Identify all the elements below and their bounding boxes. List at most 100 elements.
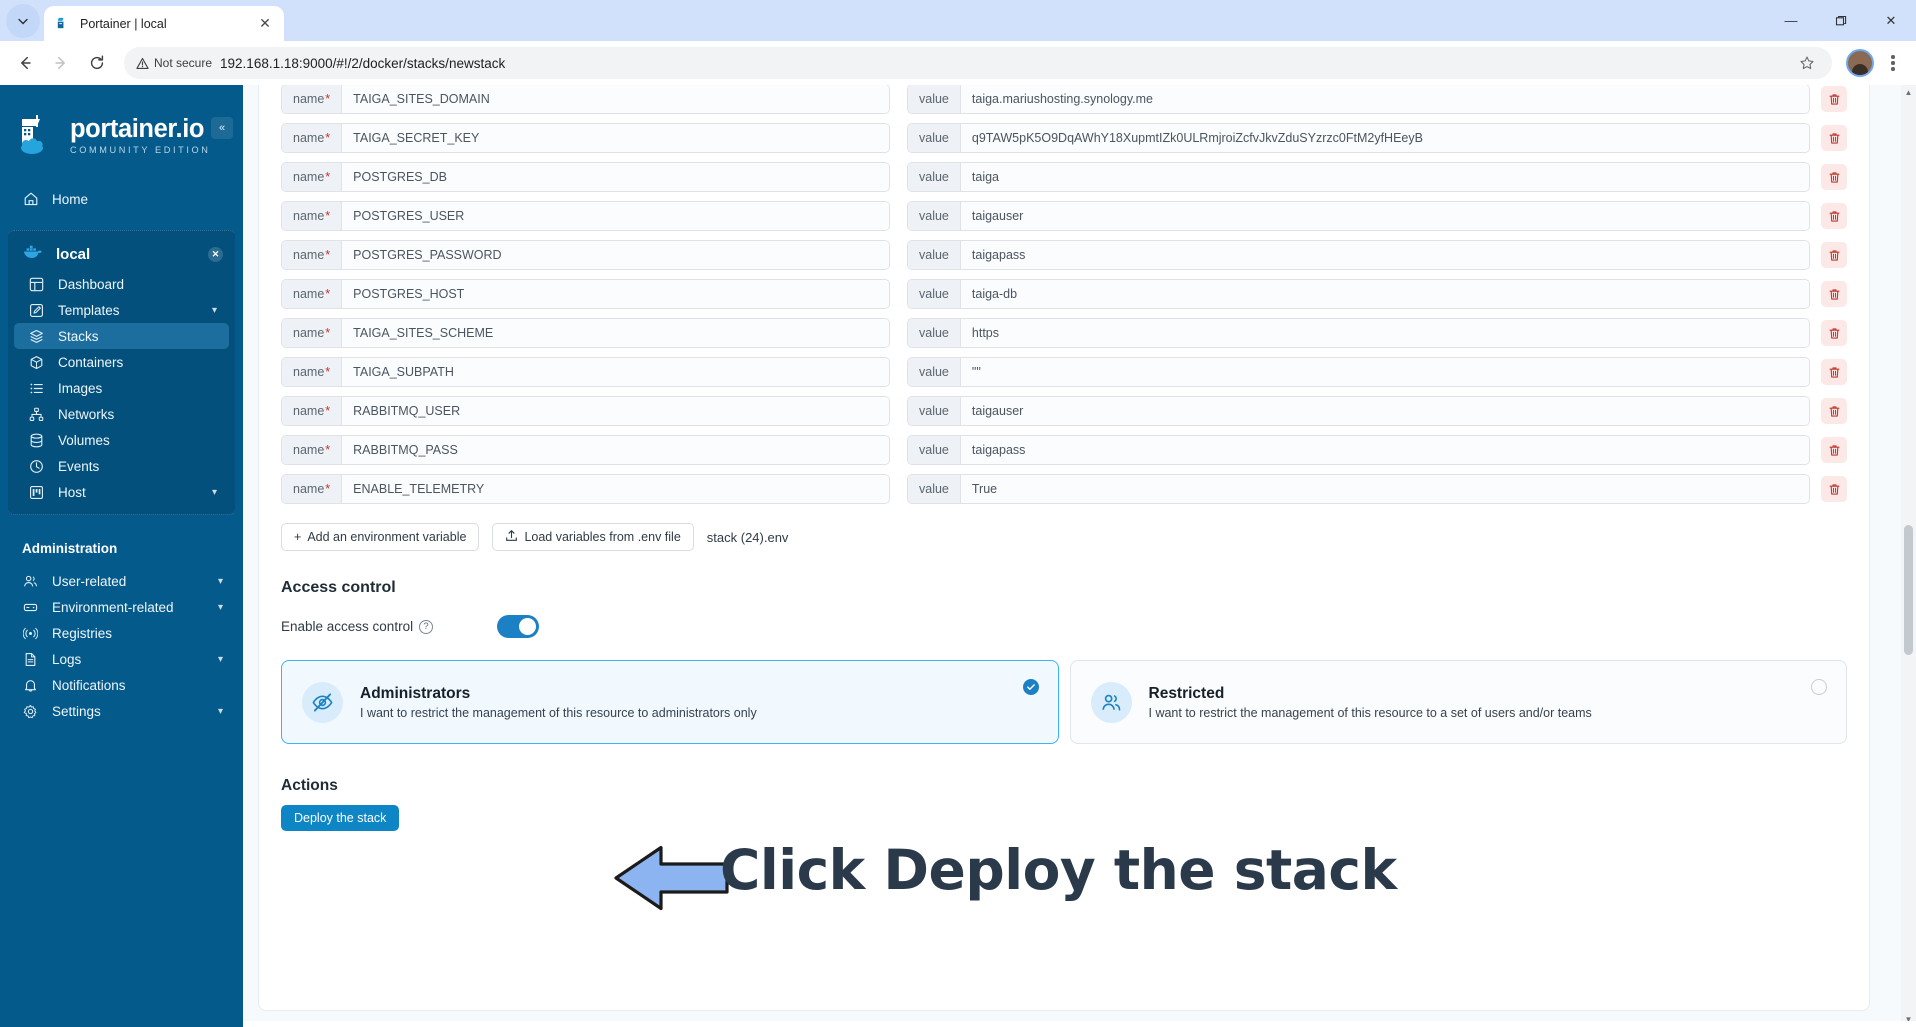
delete-env-variable-button[interactable]	[1821, 203, 1847, 229]
env-value-input[interactable]: taiga-db	[960, 280, 1809, 308]
delete-env-variable-button[interactable]	[1821, 359, 1847, 385]
delete-env-variable-button[interactable]	[1821, 476, 1847, 502]
env-value-input[interactable]: ""	[960, 358, 1809, 386]
env-value-field[interactable]: value taigauser	[907, 201, 1810, 231]
env-value-field[interactable]: value taiga	[907, 162, 1810, 192]
address-bar[interactable]: Not secure 192.168.1.18:9000/#!/2/docker…	[124, 47, 1832, 79]
env-value-field[interactable]: value taigapass	[907, 240, 1810, 270]
sidebar-item-events[interactable]: Events	[14, 453, 229, 479]
env-value-input[interactable]: q9TAW5pK5O9DqAWhY18XupmtIZk0ULRmjroiZcfv…	[960, 124, 1809, 152]
sidebar-item-home[interactable]: Home	[8, 185, 235, 213]
env-value-input[interactable]: taiga.mariushosting.synology.me	[960, 85, 1809, 113]
sidebar-item-logs[interactable]: Logs ▾	[8, 646, 235, 672]
sidebar-item-images[interactable]: Images	[14, 375, 229, 401]
sidebar-item-networks[interactable]: Networks	[14, 401, 229, 427]
sidebar-item-host[interactable]: Host ▾	[14, 479, 229, 505]
env-value-field[interactable]: value taiga.mariushosting.synology.me	[907, 85, 1810, 114]
env-name-input[interactable]: POSTGRES_DB	[342, 163, 889, 191]
load-env-file-button[interactable]: Load variables from .env file	[492, 523, 694, 551]
env-name-field[interactable]: name * POSTGRES_DB	[281, 162, 890, 192]
env-name-input[interactable]: ENABLE_TELEMETRY	[342, 475, 889, 503]
sidebar-item-notifications[interactable]: Notifications	[8, 672, 235, 698]
radio-empty-icon[interactable]	[1811, 679, 1827, 695]
sidebar-item-volumes[interactable]: Volumes	[14, 427, 229, 453]
browser-tab[interactable]: Portainer | local ✕	[44, 6, 284, 41]
star-icon[interactable]	[1794, 50, 1820, 76]
env-name-input[interactable]: TAIGA_SECRET_KEY	[342, 124, 889, 152]
add-environment-variable-button[interactable]: + Add an environment variable	[281, 523, 480, 551]
page-scrollbar[interactable]: ▲ ▼	[1901, 85, 1916, 1027]
sidebar-environment-name[interactable]: local ✕	[8, 237, 235, 271]
env-name-field[interactable]: name * TAIGA_SECRET_KEY	[281, 123, 890, 153]
env-value-input[interactable]: True	[960, 475, 1809, 503]
delete-env-variable-button[interactable]	[1821, 125, 1847, 151]
env-name-field[interactable]: name * POSTGRES_USER	[281, 201, 890, 231]
sidebar-item-dashboard[interactable]: Dashboard	[14, 271, 229, 297]
env-name-input[interactable]: RABBITMQ_USER	[342, 397, 889, 425]
chevron-down-icon[interactable]: ▾	[218, 602, 223, 613]
deploy-the-stack-button[interactable]: Deploy the stack	[281, 805, 400, 831]
env-name-field[interactable]: name * POSTGRES_HOST	[281, 279, 890, 309]
sidebar-item-stacks[interactable]: Stacks	[14, 323, 229, 349]
access-option-administrators[interactable]: Administrators I want to restrict the ma…	[281, 660, 1059, 744]
env-value-field[interactable]: value True	[907, 474, 1810, 504]
tab-search-button[interactable]	[6, 4, 40, 38]
enable-access-control-toggle[interactable]	[497, 615, 539, 638]
access-option-restricted[interactable]: Restricted I want to restrict the manage…	[1069, 660, 1847, 744]
sidebar-collapse-button[interactable]: «	[211, 117, 233, 139]
env-name-field[interactable]: name * RABBITMQ_PASS	[281, 435, 890, 465]
env-value-input[interactable]: taigauser	[960, 202, 1809, 230]
env-value-field[interactable]: value taigauser	[907, 396, 1810, 426]
avatar[interactable]	[1846, 49, 1874, 77]
sidebar-item-environment-related[interactable]: Environment-related ▾	[8, 594, 235, 620]
env-value-field[interactable]: value taigapass	[907, 435, 1810, 465]
delete-env-variable-button[interactable]	[1821, 398, 1847, 424]
env-value-input[interactable]: taiga	[960, 163, 1809, 191]
env-value-field[interactable]: value ""	[907, 357, 1810, 387]
chevron-down-icon[interactable]: ▾	[212, 305, 217, 316]
maximize-icon[interactable]	[1816, 0, 1866, 41]
env-name-field[interactable]: name * TAIGA_SITES_DOMAIN	[281, 85, 890, 114]
env-value-field[interactable]: value taiga-db	[907, 279, 1810, 309]
env-name-input[interactable]: TAIGA_SITES_DOMAIN	[342, 85, 889, 113]
question-mark-icon[interactable]: ?	[419, 619, 434, 634]
env-value-field[interactable]: value https	[907, 318, 1810, 348]
env-name-input[interactable]: TAIGA_SITES_SCHEME	[342, 319, 889, 347]
close-icon[interactable]: ✕	[1866, 0, 1916, 41]
env-name-input[interactable]: RABBITMQ_PASS	[342, 436, 889, 464]
close-icon[interactable]: ✕	[208, 246, 223, 262]
delete-env-variable-button[interactable]	[1821, 281, 1847, 307]
env-name-field[interactable]: name * TAIGA_SITES_SCHEME	[281, 318, 890, 348]
env-value-input[interactable]: taigapass	[960, 436, 1809, 464]
env-value-field[interactable]: value q9TAW5pK5O9DqAWhY18XupmtIZk0ULRmjro…	[907, 123, 1810, 153]
env-value-input[interactable]: taigapass	[960, 241, 1809, 269]
chevron-down-icon[interactable]: ▾	[212, 487, 217, 498]
minimize-icon[interactable]: —	[1766, 0, 1816, 41]
scrollbar-thumb[interactable]	[1904, 525, 1913, 655]
reload-icon[interactable]	[80, 46, 114, 80]
env-name-input[interactable]: POSTGRES_USER	[342, 202, 889, 230]
env-name-field[interactable]: name * RABBITMQ_USER	[281, 396, 890, 426]
sidebar-item-user-related[interactable]: User-related ▾	[8, 568, 235, 594]
chevron-up-icon[interactable]: ▲	[1901, 85, 1916, 100]
env-name-field[interactable]: name * ENABLE_TELEMETRY	[281, 474, 890, 504]
env-name-field[interactable]: name * POSTGRES_PASSWORD	[281, 240, 890, 270]
portainer-logo[interactable]: portainer.io COMMUNITY EDITION	[0, 91, 243, 169]
chevron-down-icon[interactable]: ▾	[218, 654, 223, 665]
security-status[interactable]: Not secure	[136, 56, 212, 70]
check-circle-icon[interactable]	[1022, 679, 1039, 695]
chevron-down-icon[interactable]: ▾	[218, 576, 223, 587]
env-name-input[interactable]: TAIGA_SUBPATH	[342, 358, 889, 386]
chevron-down-icon[interactable]: ▾	[218, 706, 223, 717]
sidebar-item-templates[interactable]: Templates ▾	[14, 297, 229, 323]
env-value-input[interactable]: taigauser	[960, 397, 1809, 425]
arrow-left-icon[interactable]	[8, 46, 42, 80]
env-value-input[interactable]: https	[960, 319, 1809, 347]
three-dots-icon[interactable]	[1878, 46, 1908, 80]
env-name-input[interactable]: POSTGRES_PASSWORD	[342, 241, 889, 269]
env-name-field[interactable]: name * TAIGA_SUBPATH	[281, 357, 890, 387]
sidebar-item-registries[interactable]: Registries	[8, 620, 235, 646]
delete-env-variable-button[interactable]	[1821, 86, 1847, 112]
sidebar-item-containers[interactable]: Containers	[14, 349, 229, 375]
delete-env-variable-button[interactable]	[1821, 164, 1847, 190]
